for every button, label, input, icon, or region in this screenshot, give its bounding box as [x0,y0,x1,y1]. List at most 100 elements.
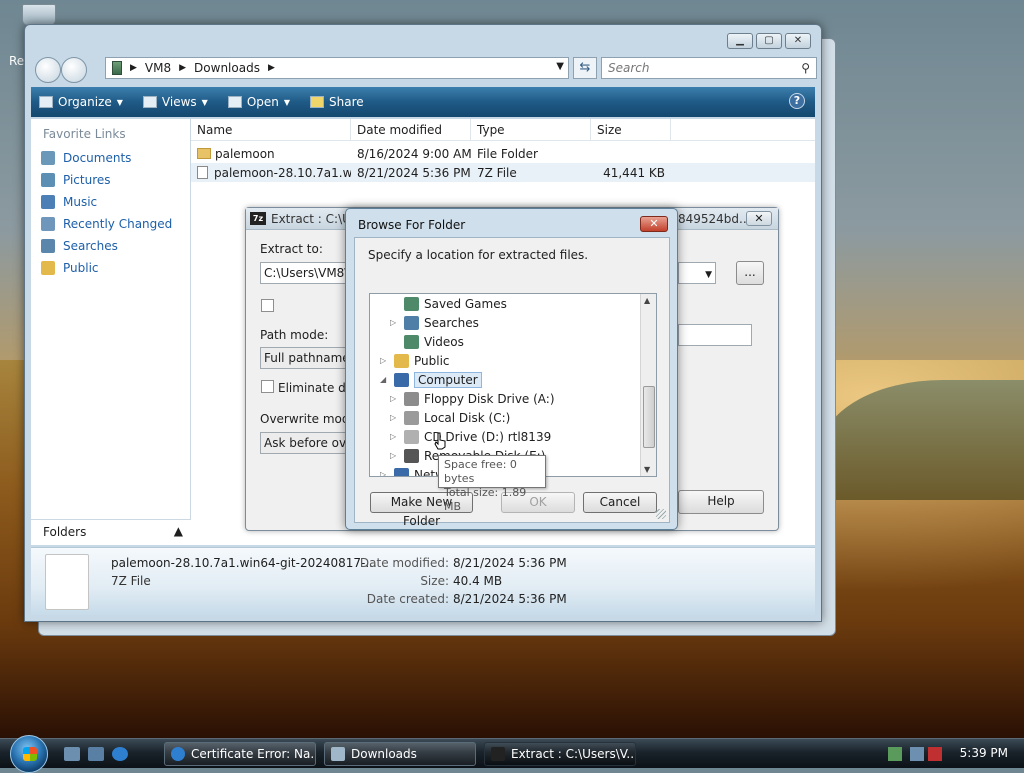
address-segment-downloads[interactable]: Downloads [194,61,260,75]
extract-close-button[interactable]: ✕ [746,211,772,226]
address-bar[interactable]: ▶ VM8 ▶ Downloads ▶ ▼ [105,57,569,79]
tree-item[interactable]: ▷ Public [380,351,450,370]
table-row[interactable]: palemoon 8/16/2024 9:00 AM File Folder [191,144,815,163]
expand-arrow-icon[interactable]: ▷ [380,470,390,476]
cancel-button[interactable]: Cancel [583,492,657,513]
expand-arrow-icon[interactable]: ▷ [380,356,390,365]
switch-windows-icon[interactable] [88,747,104,761]
task-downloads[interactable]: Downloads [324,742,476,766]
folder-icon [404,315,419,330]
sidebar-item-public[interactable]: Public [31,257,190,279]
help-button[interactable]: Help [678,490,764,514]
drive-tooltip: Space free: 0 bytes Total size: 1.89 MB [438,455,546,513]
share-button[interactable]: Share [310,95,364,109]
window-controls: ▁ ▢ ✕ [727,33,811,49]
expand-arrow-icon[interactable]: ◢ [380,375,390,384]
help-icon[interactable]: ? [789,93,805,109]
overwrite-mode-select[interactable]: Ask before overw [260,432,350,454]
views-button[interactable]: Views ▼ [142,95,208,109]
recycle-bin-icon[interactable] [22,4,56,26]
details-file-name: palemoon-28.10.7a1.win64-git-20240817-..… [111,556,377,570]
scroll-up-icon[interactable]: ▲ [644,296,650,305]
tree-item[interactable]: ▷ Local Disk (C:) [390,408,510,427]
back-button[interactable] [35,57,61,83]
network-icon[interactable] [910,747,924,761]
security-icon[interactable] [888,747,902,761]
navigation-bar: ▶ VM8 ▶ Downloads ▶ ▼ ⇆ Search ⚲ [33,55,817,83]
sidebar-item-label: Public [63,261,99,275]
password-input[interactable] [678,324,752,346]
maximize-button[interactable]: ▢ [756,33,782,49]
tree-item[interactable]: ▷ Searches [390,313,479,332]
folder-tree[interactable]: ▲ ▼ Saved Games ▷ Searches Videos ▷ Public ◢ Co… [369,293,657,477]
expand-arrow-icon[interactable]: ▷ [390,394,400,403]
scrollbar-thumb[interactable] [643,386,655,448]
tree-item[interactable]: Videos [390,332,464,351]
tree-item[interactable]: ◢ Computer [380,370,482,389]
extract-to-input[interactable]: C:\Users\VM8\D [260,262,350,284]
sidebar-item-music[interactable]: Music [31,191,190,213]
option-checkbox[interactable] [261,299,274,312]
close-button[interactable]: ✕ [785,33,811,49]
address-segment-vm8[interactable]: VM8 [145,61,171,75]
browse-path-button[interactable]: ... [736,261,764,285]
clock[interactable]: 5:39 PM [960,746,1008,760]
eliminate-duplicates-checkbox[interactable] [261,380,274,393]
scroll-down-icon[interactable]: ▼ [644,465,650,474]
column-name[interactable]: Name [191,119,351,140]
show-desktop-icon[interactable] [64,747,80,761]
tree-scrollbar[interactable]: ▲ ▼ [640,294,656,476]
task-label: Downloads [351,747,417,761]
sidebar-item-documents[interactable]: Documents [31,147,190,169]
table-row[interactable]: palemoon-28.10.7a1.w... 8/21/2024 5:36 P… [191,163,815,182]
search-icon[interactable]: ⚲ [801,61,810,75]
tree-item-label: Floppy Disk Drive (A:) [424,391,555,406]
minimize-button[interactable]: ▁ [727,33,753,49]
tree-item[interactable]: ▷ Floppy Disk Drive (A:) [390,389,555,408]
open-button[interactable]: Open ▼ [227,95,290,109]
expand-arrow-icon[interactable]: ▷ [390,318,400,327]
start-button[interactable] [10,735,48,773]
folder-icon [394,372,409,387]
chevron-down-icon: ▼ [116,97,123,107]
address-dropdown-icon[interactable]: ▼ [556,61,564,72]
sidebar-item-searches[interactable]: Searches [31,235,190,257]
organize-label: Organize [58,95,112,109]
hand-cursor-icon [434,432,446,450]
tree-item[interactable]: Saved Games [390,294,507,313]
extract-to-dropdown[interactable]: ▼ [678,262,716,284]
tooltip-space-free: Space free: 0 bytes [444,458,517,485]
task-extract[interactable]: Extract : C:\Users\V... [484,742,636,766]
tooltip-total-size: Total size: 1.89 MB [444,486,527,513]
sidebar-item-pictures[interactable]: Pictures [31,169,190,191]
column-date[interactable]: Date modified [351,119,471,140]
file-name: palemoon-28.10.7a1.w... [214,165,351,180]
folder-icon [404,391,419,406]
desktop-label: Re [9,54,25,68]
sidebar-item-recently-changed[interactable]: Recently Changed [31,213,190,235]
expand-arrow-icon[interactable]: ▷ [390,432,400,441]
file-date: 8/16/2024 9:00 AM [357,146,471,161]
folders-toggle[interactable]: Folders ▲ [31,519,191,545]
browse-close-button[interactable]: ✕ [640,216,668,232]
resize-grip[interactable] [656,509,666,519]
path-mode-select[interactable]: Full pathnames [260,347,350,369]
refresh-button[interactable]: ⇆ [573,57,597,79]
details-modified-value: 8/21/2024 5:36 PM [453,556,567,570]
expand-arrow-icon[interactable]: ▷ [390,413,400,422]
tree-item-label: Videos [424,334,464,349]
folder-icon [404,410,419,425]
search-input[interactable]: Search ⚲ [601,57,817,79]
tree-item[interactable]: ▷ CD Drive (D:) rtl8139 [390,427,551,446]
7zip-icon [491,747,505,761]
expand-arrow-icon[interactable]: ▷ [390,451,400,460]
column-size[interactable]: Size [591,119,671,140]
volume-muted-icon[interactable] [928,747,942,761]
internet-explorer-icon[interactable] [112,747,128,761]
public-folder-icon [41,261,55,275]
column-type[interactable]: Type [471,119,591,140]
tree-item-label: Computer [414,371,482,388]
organize-button[interactable]: Organize ▼ [39,95,123,109]
task-certificate-error[interactable]: Certificate Error: Na... [164,742,316,766]
forward-button[interactable] [61,57,87,83]
